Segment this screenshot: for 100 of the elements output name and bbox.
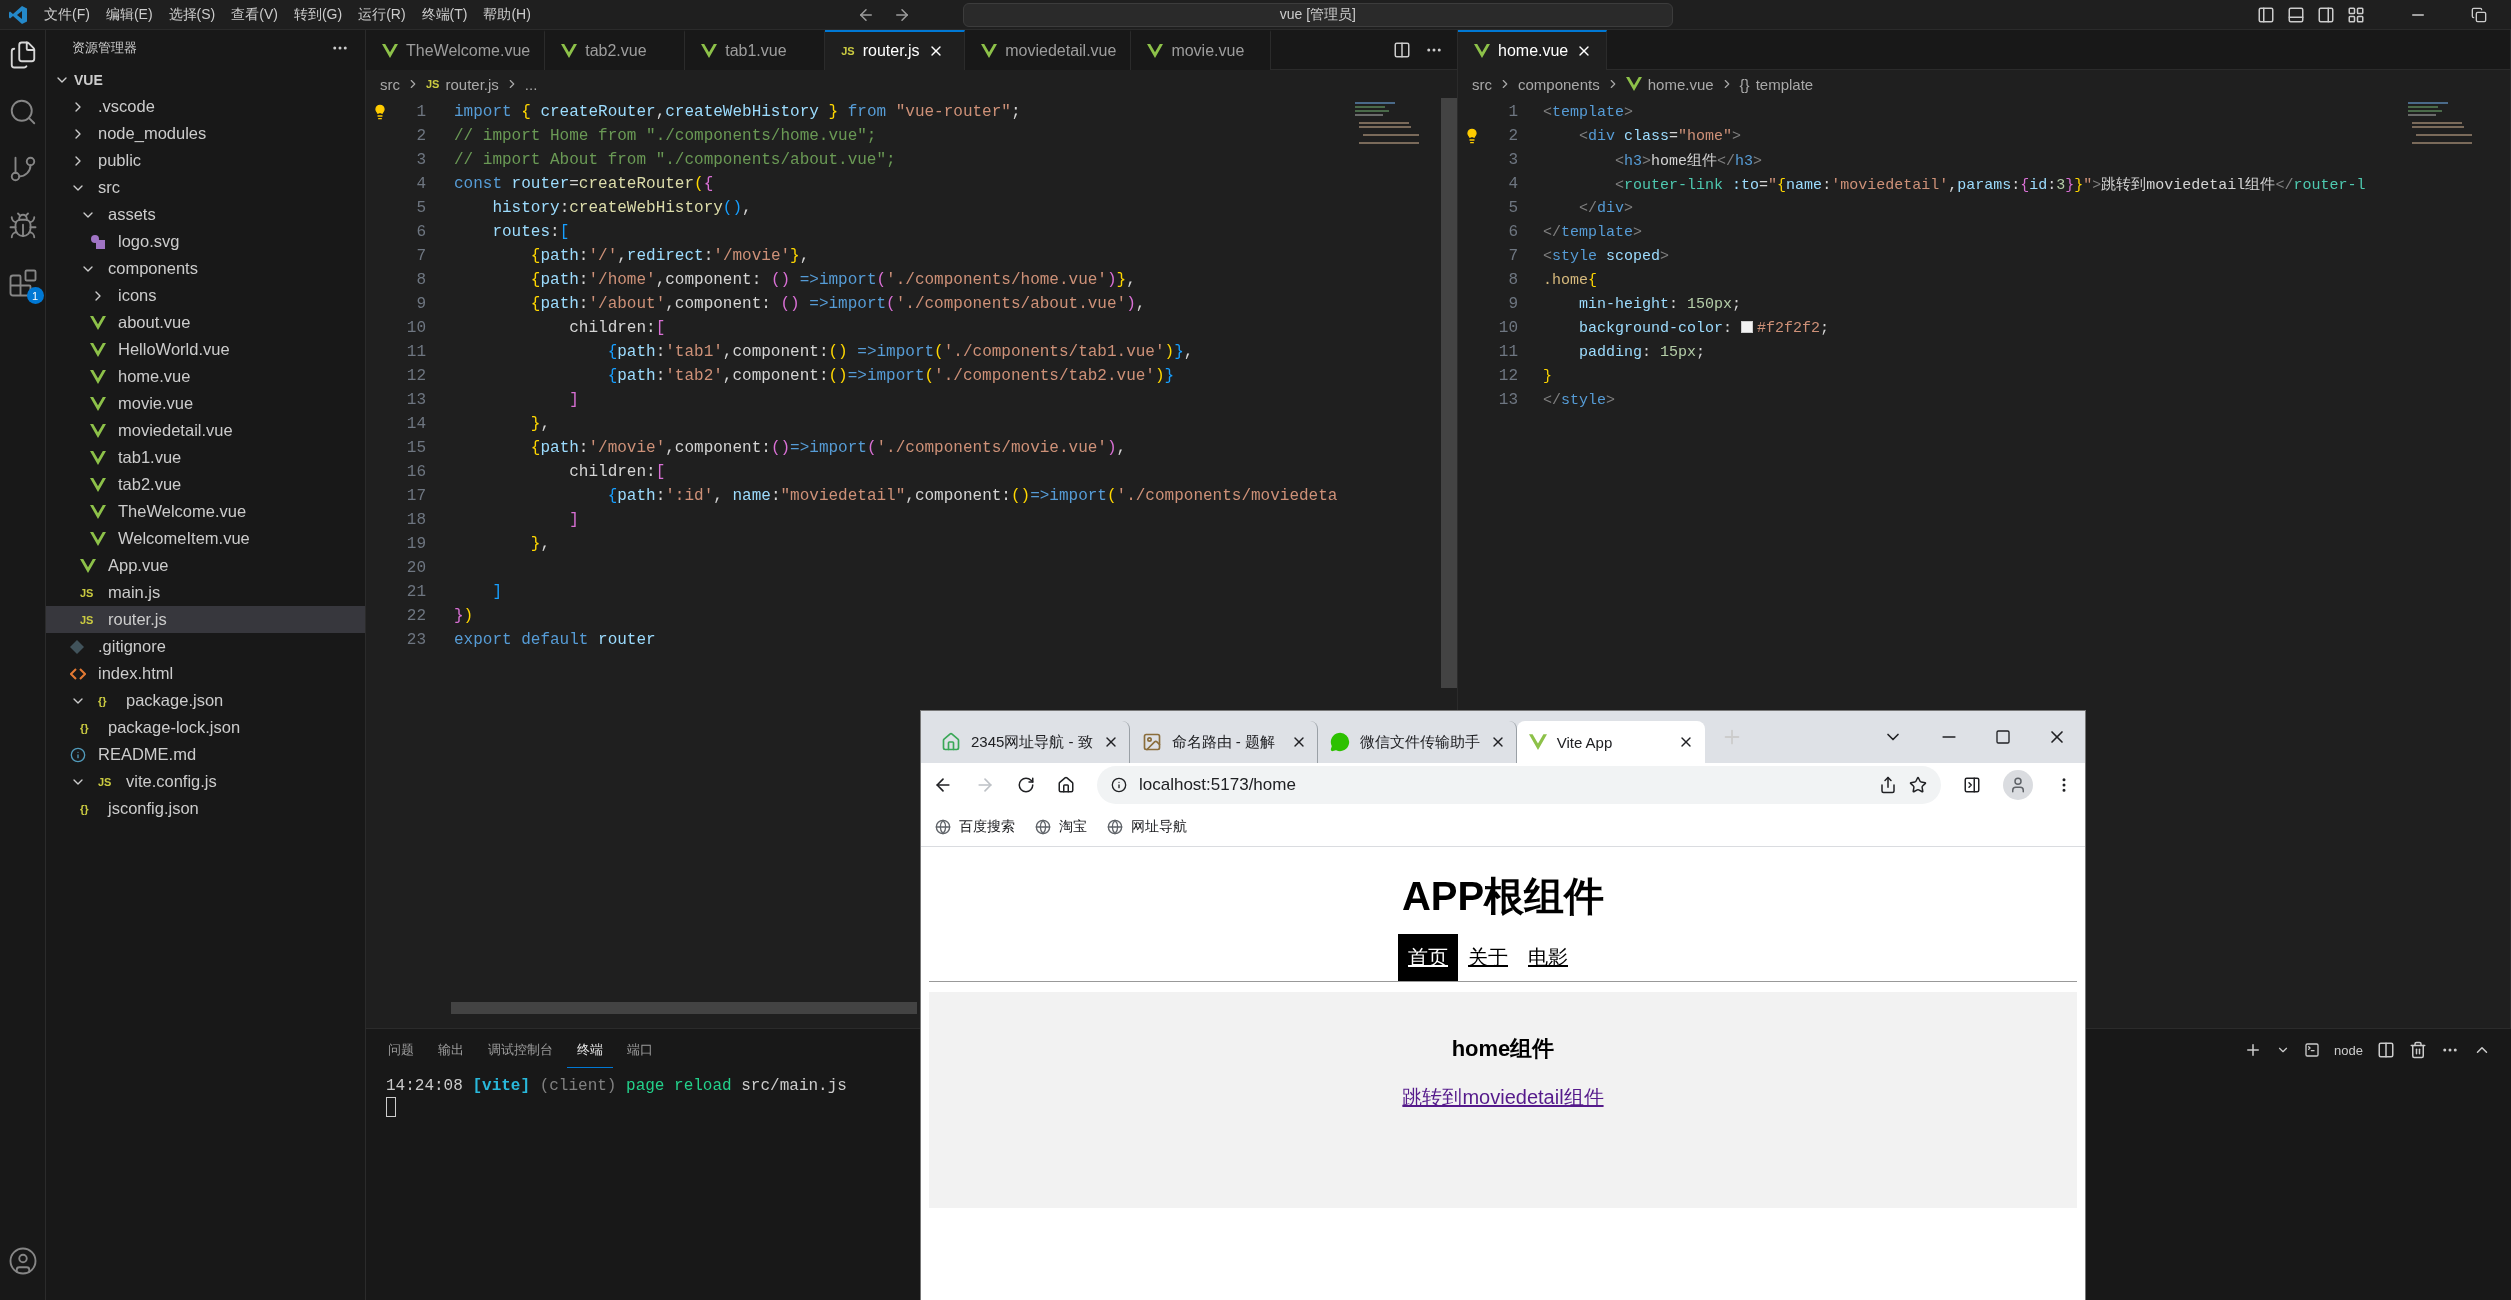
bookmark[interactable]: 网址导航 [1107,817,1187,836]
sidebar-toggle-icon[interactable] [2257,5,2275,24]
layout-icon[interactable] [2347,5,2365,24]
side-panel-icon[interactable] [1963,776,1981,794]
nav-link[interactable]: 关于 [1458,934,1518,981]
breadcrumb-item[interactable]: src [1472,75,1492,93]
editor-tab[interactable]: moviedetail.vue [965,30,1132,70]
bookmark-star-icon[interactable] [1909,776,1927,794]
menu-item[interactable]: 编辑(E) [97,5,161,24]
editor-tab[interactable]: movie.vue [1131,30,1272,70]
panel-tab[interactable]: 终端 [567,1032,613,1068]
trash-icon[interactable] [2409,1041,2427,1059]
bug-icon[interactable] [7,211,38,241]
breadcrumb-item[interactable]: components [1518,75,1600,93]
tree-item[interactable]: App.vue [46,552,365,579]
address-bar[interactable]: localhost:5173/home [1097,766,1941,804]
editor-tab[interactable]: TheWelcome.vue [366,30,546,70]
tree-item[interactable]: components [46,255,365,282]
browser-tab[interactable]: Vite App [1516,721,1705,763]
tree-item[interactable]: VUE [46,66,365,93]
nav-link[interactable]: 电影 [1518,934,1578,981]
breadcrumb-item[interactable]: {} [1739,75,1750,93]
secondary-sidebar-icon[interactable] [2317,5,2335,24]
tree-item[interactable]: assets [46,201,365,228]
share-icon[interactable] [1879,776,1897,794]
panel-tab[interactable]: 输出 [428,1032,474,1068]
panel-tab[interactable]: 调试控制台 [478,1032,563,1068]
editor-tab[interactable]: home.vue [1458,30,1608,70]
menu-item[interactable]: 查看(V) [223,5,286,24]
json-file-icon: {} [80,721,89,734]
command-center[interactable]: vue [管理员] [962,2,1673,27]
vue-icon [382,43,398,59]
code-line: {path:'/',redirect:'/movie'}, [529,247,810,265]
menu-item[interactable]: 运行(R) [350,5,414,24]
link[interactable]: 跳转到moviedetail组件 [1402,1086,1604,1108]
profile-avatar[interactable] [2003,770,2033,800]
bookmark[interactable]: 淘宝 [1035,817,1087,836]
tree-item[interactable]: movie.vue [46,390,365,417]
breadcrumb-item[interactable]: src [380,75,400,93]
tree-item[interactable]: JS main.js [46,579,365,606]
tree-item[interactable]: icons [46,282,365,309]
code-line: background-color: #f2f2f2; [1578,319,1830,337]
lightbulb-icon[interactable] [1464,128,1480,144]
tree-item[interactable]: logo.svg [46,228,365,255]
editor-tab[interactable]: tab1.vue [685,30,826,70]
reload-icon[interactable] [1017,776,1035,794]
tree-item[interactable]: tab1.vue [46,444,365,471]
menu-item[interactable]: 转到(G) [285,5,351,24]
tree-item[interactable]: WelcomeItem.vue [46,525,365,552]
tree-item[interactable]: JS router.js [46,606,365,633]
menu-item[interactable]: 文件(F) [36,5,98,24]
tree-item[interactable]: tab2.vue [46,471,365,498]
line-number: 5 [415,199,426,217]
breadcrumb-item[interactable]: ... [524,75,538,93]
tree-item[interactable]: {} package.json [46,687,365,714]
tree-item[interactable]: node_modules [46,120,365,147]
tree-item[interactable]: index.html [46,660,365,687]
tree-item[interactable]: TheWelcome.vue [46,498,365,525]
tree-item[interactable]: src [46,174,365,201]
breadcrumb-item[interactable]: template [1755,75,1814,93]
bookmark[interactable]: 百度搜索 [935,817,1015,836]
tree-item[interactable]: {} jsconfig.json [46,795,365,822]
line-number: 8 [1507,271,1518,289]
tree-item[interactable]: {} package-lock.json [46,714,365,741]
browser-tab[interactable]: 微信文件传输助手 [1317,721,1517,763]
scrollbar-thumb[interactable] [451,1002,917,1014]
restore-icon[interactable] [2471,6,2487,23]
menu-item[interactable]: 选择(S) [160,5,224,24]
editor-tab[interactable]: tab2.vue [545,30,686,70]
menu-item[interactable]: 帮助(H) [475,5,539,24]
breadcrumb-item[interactable]: JS router.js [426,75,499,93]
tree-item[interactable]: README.md [46,741,365,768]
scrollbar-thumb[interactable] [1441,98,1457,688]
home-icon[interactable] [1057,776,1075,794]
extensions-icon[interactable] [7,268,38,298]
panel-tab[interactable]: 端口 [617,1032,663,1068]
breadcrumb-item[interactable]: home.vue [1625,75,1714,93]
browser-tab[interactable]: 2345网址导航 - 致 [929,721,1130,763]
browser-tab[interactable]: 命名路由 - 题解 [1129,721,1318,763]
tree-item[interactable]: HelloWorld.vue [46,336,365,363]
panel-toggle-icon[interactable] [2287,5,2305,24]
maximize-icon[interactable] [1995,729,2011,745]
menu-item[interactable]: 终端(T) [413,5,476,24]
tree-item[interactable]: home.vue [46,363,365,390]
tree-item[interactable]: .vscode [46,93,365,120]
tree-item[interactable]: JS vite.config.js [46,768,365,795]
tree-item[interactable]: about.vue [46,309,365,336]
info-icon[interactable] [1111,777,1127,793]
tree-item[interactable]: .gitignore [46,633,365,660]
tree-item[interactable]: moviedetail.vue [46,417,365,444]
editor-tab[interactable]: JS router.js [825,30,966,70]
tree-item[interactable]: public [46,147,365,174]
panel-tab[interactable]: 问题 [378,1032,424,1068]
line-number: 12 [1497,367,1518,385]
split-terminal-icon[interactable] [2377,1041,2395,1059]
code-line: ] [568,511,579,529]
lightbulb-icon[interactable] [372,104,388,120]
account-icon[interactable] [7,1246,38,1276]
split-editor-icon[interactable] [1393,40,1411,59]
nav-link[interactable]: 首页 [1398,934,1458,981]
